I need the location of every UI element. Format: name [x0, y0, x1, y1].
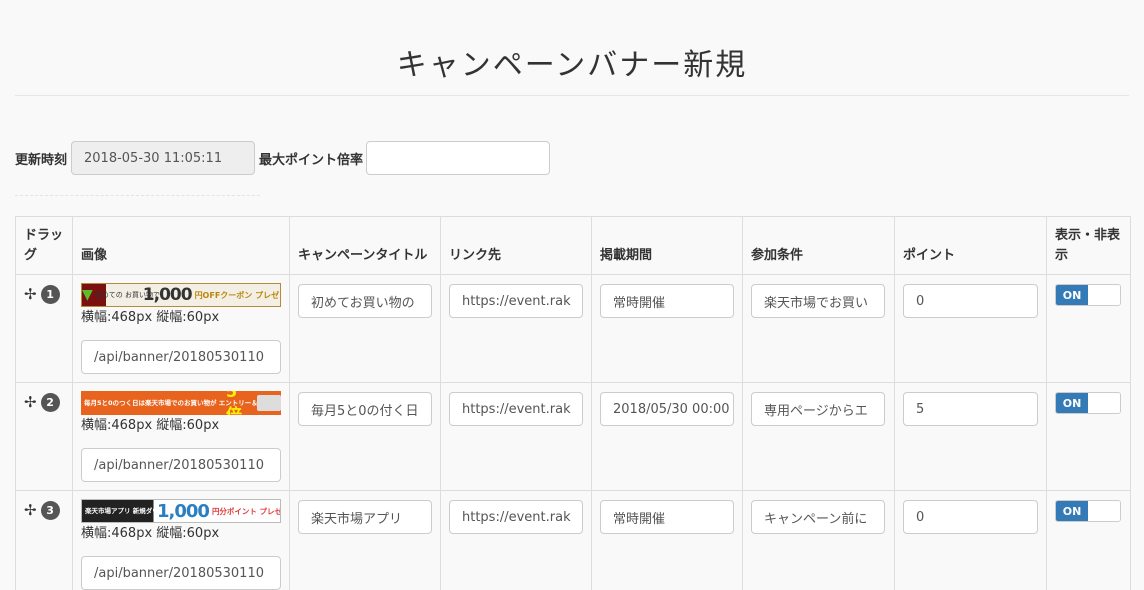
row-number-badge: 2: [40, 393, 60, 412]
period-input[interactable]: 常時開催: [600, 500, 734, 534]
header-title: キャンペーンタイトル: [289, 216, 441, 275]
header-period: 掲載期間: [591, 216, 743, 275]
toggle-knob: [1088, 393, 1120, 413]
period-input[interactable]: 2018/05/30 00:00: [600, 392, 734, 426]
row-number-badge: 1: [40, 285, 60, 304]
banner-image: ▼ 初めての お買い物で 1,000 円OFFクーポン プレゼント: [81, 283, 281, 307]
header-visible: 表示・非表示: [1046, 216, 1131, 275]
toggle-knob: [1088, 501, 1120, 521]
card-icon: [257, 395, 281, 411]
drag-handle[interactable]: ✢ 2: [24, 391, 64, 412]
header-link: リンク先: [440, 216, 592, 275]
condition-input[interactable]: 楽天市場でお買い: [751, 284, 885, 318]
drag-handle[interactable]: ✢ 3: [24, 499, 64, 520]
toggle-on-label: ON: [1056, 501, 1088, 521]
campaign-banner-table: ドラッグ 画像 キャンペーンタイトル リンク先 掲載期間 参加条件 ポイント 表…: [15, 216, 1131, 590]
header-drag: ドラッグ: [15, 216, 73, 275]
move-icon: ✢: [24, 501, 37, 519]
banner-path-input[interactable]: /api/banner/20180530110: [81, 556, 281, 590]
header-point: ポイント: [894, 216, 1047, 275]
visibility-toggle[interactable]: ON: [1055, 500, 1121, 522]
max-point-label: 最大ポイント倍率: [259, 152, 364, 168]
campaign-title-input[interactable]: 毎月5と0の付く日: [298, 392, 432, 426]
visibility-toggle[interactable]: ON: [1055, 392, 1121, 414]
campaign-title-input[interactable]: 初めてお買い物の: [298, 284, 432, 318]
title-divider: [15, 95, 1129, 96]
updated-label: 更新時刻: [15, 152, 68, 168]
condition-input[interactable]: 専用ページからエ: [751, 392, 885, 426]
move-icon: ✢: [24, 393, 37, 411]
beginner-mark-icon: ▼: [82, 287, 93, 303]
table-row: ✢ 1 ▼ 初めての お買い物で 1,000 円OFFクーポン プレゼント 横幅…: [15, 274, 1131, 383]
banner-image: 楽天市場アプリ 新規ダウンロード キャンペーン 1,000 円分ポイント プレゼ…: [81, 499, 281, 523]
move-icon: ✢: [24, 285, 37, 303]
banner-size-text: 横幅:468px 縦幅:60px: [81, 418, 220, 433]
banner-path-input[interactable]: /api/banner/20180530110: [81, 340, 281, 374]
page-title: キャンペーンバナー新規: [396, 48, 748, 83]
header-condition: 参加条件: [742, 216, 895, 275]
table-header-row: ドラッグ 画像 キャンペーンタイトル リンク先 掲載期間 参加条件 ポイント 表…: [15, 216, 1131, 275]
link-url-input[interactable]: https://event.rak: [449, 500, 583, 534]
point-input[interactable]: 5: [903, 392, 1038, 426]
toggle-on-label: ON: [1056, 285, 1088, 305]
max-point-input[interactable]: [366, 141, 551, 175]
table-row: ✢ 2 毎月5と0のつく日は楽天市場でのお買い物が エントリー＆楽天カードご利用…: [15, 382, 1131, 491]
row-number-badge: 3: [40, 501, 60, 520]
condition-input[interactable]: キャンペーン前に: [751, 500, 885, 534]
period-input[interactable]: 常時開催: [600, 284, 734, 318]
header-image: 画像: [72, 216, 290, 275]
updated-time-field: 2018-05-30 11:05:11: [71, 141, 256, 175]
link-url-input[interactable]: https://event.rak: [449, 284, 583, 318]
toggle-knob: [1088, 285, 1120, 305]
drag-handle[interactable]: ✢ 1: [24, 283, 64, 304]
table-row: ✢ 3 楽天市場アプリ 新規ダウンロード キャンペーン 1,000 円分ポイント…: [15, 490, 1131, 590]
banner-path-input[interactable]: /api/banner/20180530110: [81, 448, 281, 482]
meta-divider: [15, 195, 260, 196]
point-input[interactable]: 0: [903, 500, 1038, 534]
banner-image: 毎月5と0のつく日は楽天市場でのお買い物が エントリー＆楽天カードご利用でポイン…: [81, 391, 281, 415]
visibility-toggle[interactable]: ON: [1055, 284, 1121, 306]
banner-size-text: 横幅:468px 縦幅:60px: [81, 526, 220, 541]
banner-size-text: 横幅:468px 縦幅:60px: [81, 310, 220, 325]
meta-row: 更新時刻 2018-05-30 11:05:11 最大ポイント倍率: [15, 141, 551, 175]
campaign-title-input[interactable]: 楽天市場アプリ: [298, 500, 432, 534]
link-url-input[interactable]: https://event.rak: [449, 392, 583, 426]
point-input[interactable]: 0: [903, 284, 1038, 318]
toggle-on-label: ON: [1056, 393, 1088, 413]
